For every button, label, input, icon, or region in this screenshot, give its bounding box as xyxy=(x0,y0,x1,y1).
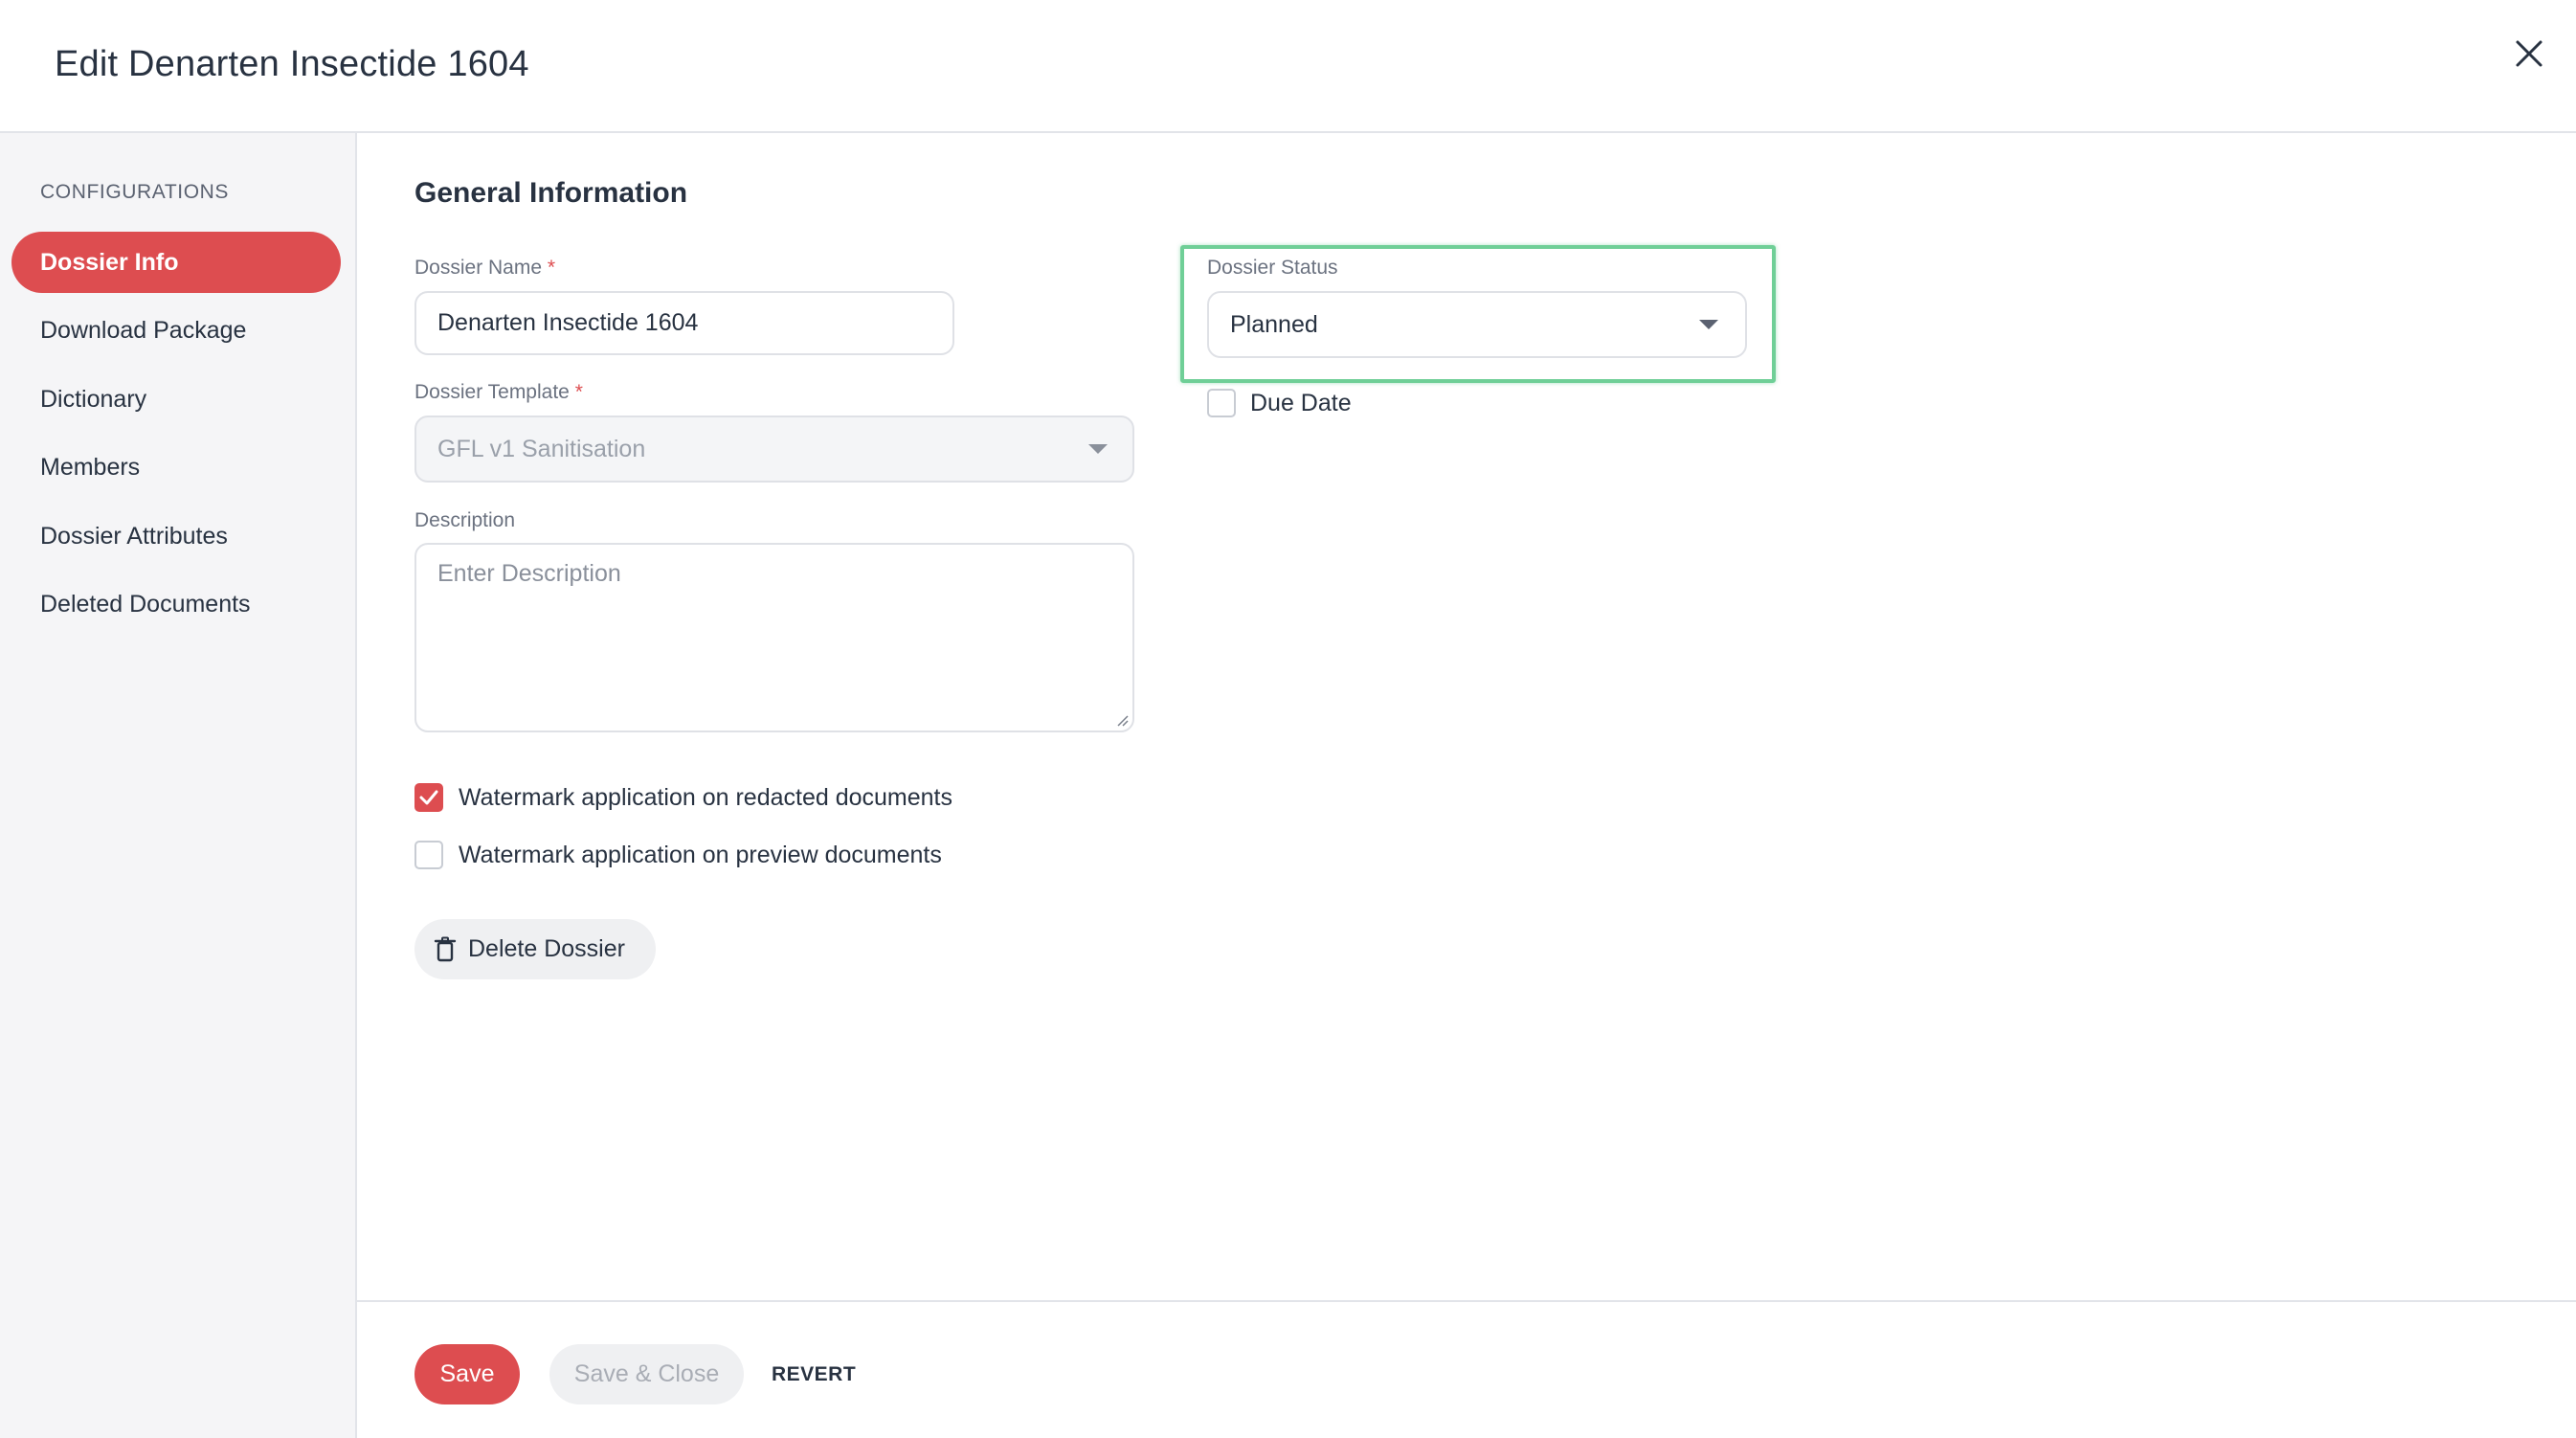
dialog-header: Edit Denarten Insectide 1604 xyxy=(0,0,2576,133)
sidebar-item-label: Deleted Documents xyxy=(40,591,251,618)
dossier-template-label-text: Dossier Template xyxy=(414,381,570,403)
sidebar-item-members[interactable]: Members xyxy=(11,437,341,498)
sidebar-item-dossier-attributes[interactable]: Dossier Attributes xyxy=(11,506,341,567)
dossier-status-label: Dossier Status xyxy=(1207,257,1338,280)
revert-button[interactable]: REVERT xyxy=(772,1344,856,1404)
sidebar-item-label: Download Package xyxy=(40,317,247,344)
sidebar-item-dictionary[interactable]: Dictionary xyxy=(11,369,341,430)
close-icon xyxy=(2516,40,2542,67)
due-date-label: Due Date xyxy=(1250,390,1352,416)
trash-icon xyxy=(434,936,457,961)
sidebar-item-deleted-documents[interactable]: Deleted Documents xyxy=(11,573,341,635)
dossier-template-select: GFL v1 Sanitisation xyxy=(414,416,1134,483)
edit-dossier-dialog: Edit Denarten Insectide 1604 CONFIGURATI… xyxy=(0,0,2576,1438)
chevron-down-icon xyxy=(1088,444,1108,454)
due-date-checkbox[interactable] xyxy=(1207,389,1236,417)
dossier-name-input[interactable]: Denarten Insectide 1604 xyxy=(414,291,954,355)
delete-dossier-button[interactable]: Delete Dossier xyxy=(414,919,656,979)
check-icon xyxy=(419,790,438,805)
sidebar-item-download-package[interactable]: Download Package xyxy=(11,300,341,361)
sidebar-heading: CONFIGURATIONS xyxy=(40,181,230,203)
chevron-down-icon xyxy=(1699,320,1718,329)
watermark-preview-label: Watermark application on preview documen… xyxy=(459,842,942,868)
sidebar-item-label: Dossier Info xyxy=(40,249,179,276)
description-placeholder: Enter Description xyxy=(437,560,621,587)
watermark-redacted-label: Watermark application on redacted docume… xyxy=(459,784,953,811)
dossier-status-value: Planned xyxy=(1230,310,1318,338)
save-button[interactable]: Save xyxy=(414,1344,520,1404)
dossier-name-label-text: Dossier Name xyxy=(414,257,543,279)
sidebar-item-dossier-info[interactable]: Dossier Info xyxy=(11,232,341,293)
dossier-status-label-text: Dossier Status xyxy=(1207,257,1338,279)
required-mark: * xyxy=(547,257,556,279)
dossier-template-value: GFL v1 Sanitisation xyxy=(437,435,646,462)
section-title: General Information xyxy=(414,177,688,209)
footer-divider xyxy=(357,1300,2576,1302)
description-label: Description xyxy=(414,509,515,532)
dossier-name-label: Dossier Name * xyxy=(414,257,555,280)
description-textarea[interactable]: Enter Description xyxy=(414,543,1134,732)
description-label-text: Description xyxy=(414,509,516,531)
sidebar: CONFIGURATIONS Dossier Info Download Pac… xyxy=(0,133,357,1438)
required-mark: * xyxy=(574,381,583,403)
delete-dossier-label: Delete Dossier xyxy=(468,935,625,962)
close-button[interactable] xyxy=(2504,29,2554,79)
dossier-name-value: Denarten Insectide 1604 xyxy=(437,309,699,336)
watermark-preview-checkbox[interactable] xyxy=(414,841,443,869)
resize-grip-icon[interactable] xyxy=(1115,713,1129,727)
dossier-status-select[interactable]: Planned xyxy=(1207,291,1747,358)
dialog-title: Edit Denarten Insectide 1604 xyxy=(55,44,529,84)
sidebar-item-label: Dictionary xyxy=(40,386,147,413)
sidebar-item-label: Dossier Attributes xyxy=(40,523,228,550)
watermark-redacted-checkbox[interactable] xyxy=(414,783,443,812)
sidebar-item-label: Members xyxy=(40,454,141,481)
save-close-button: Save & Close xyxy=(549,1344,744,1404)
dossier-template-label: Dossier Template * xyxy=(414,381,583,404)
